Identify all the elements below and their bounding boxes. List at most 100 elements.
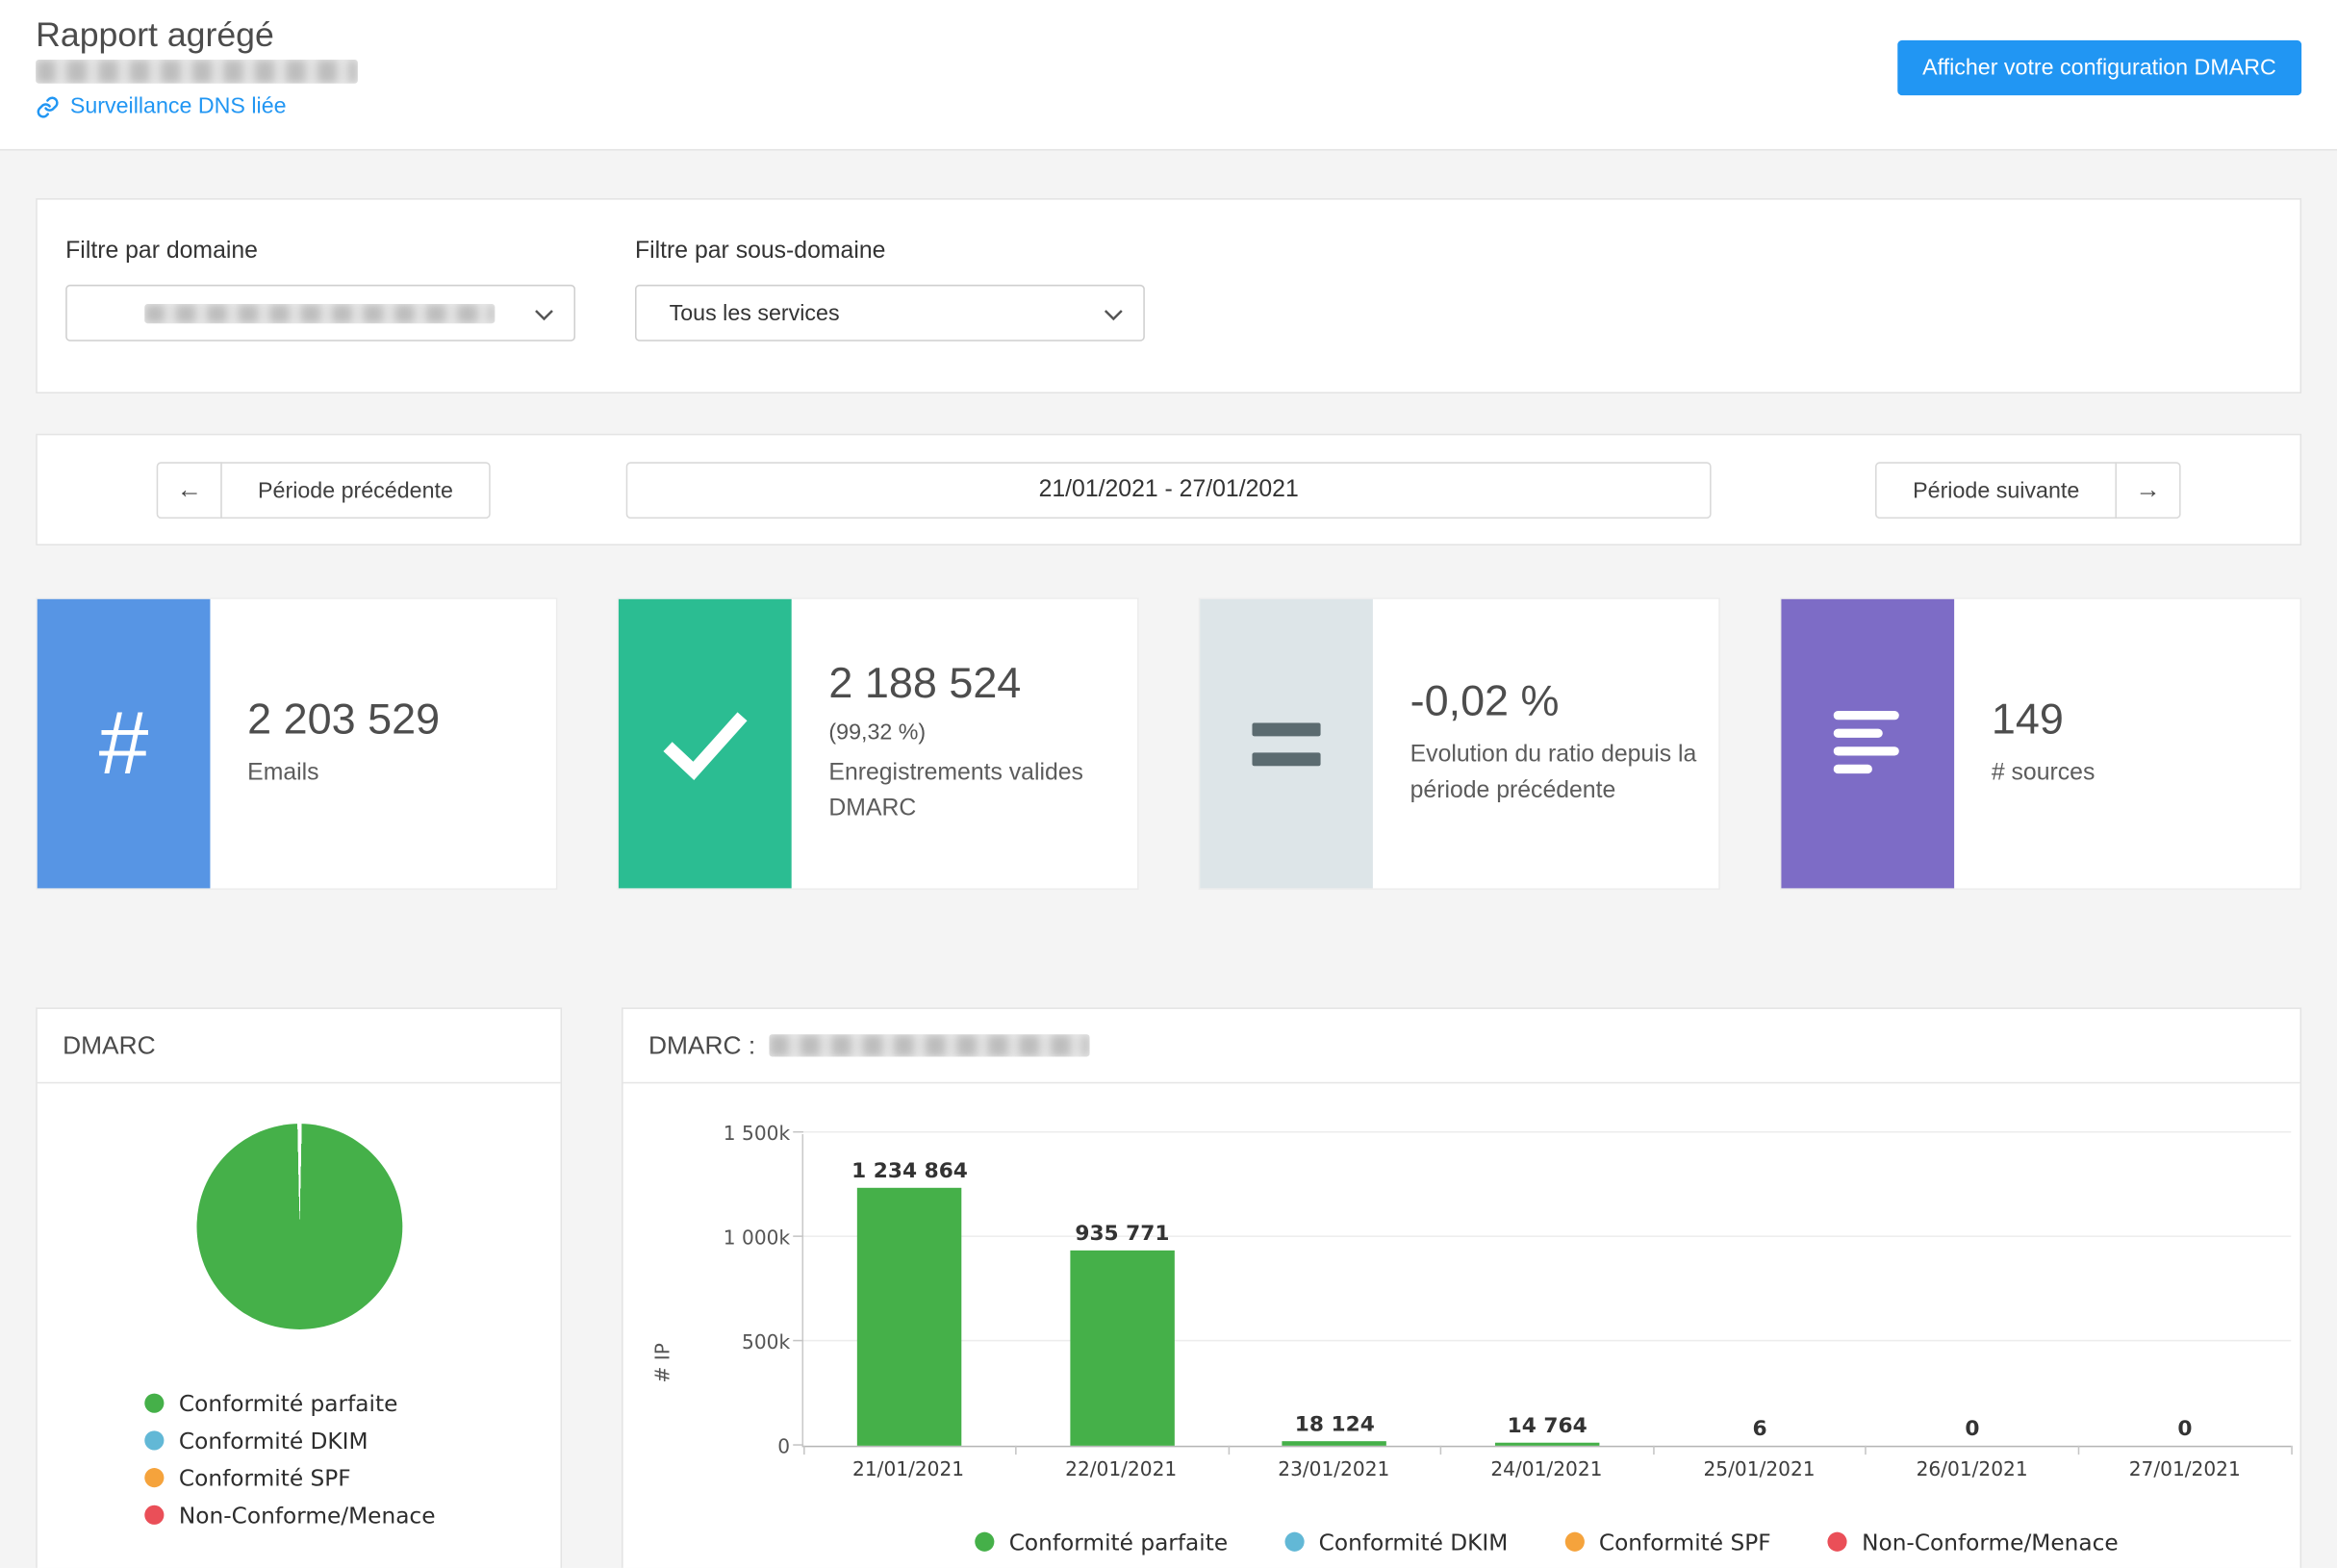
previous-period-arrow-button[interactable]: ← xyxy=(157,462,222,518)
bar-slot: 1 234 864 xyxy=(803,1134,1016,1446)
x-tick-mark xyxy=(2290,1446,2292,1454)
y-tick-mark xyxy=(793,1340,803,1342)
redacted-domain-option xyxy=(144,303,495,322)
bar-card-header: DMARC : xyxy=(623,1009,2300,1083)
legend-label: Conformité SPF xyxy=(179,1464,351,1491)
x-axis-label: 22/01/2021 xyxy=(1015,1459,1228,1481)
x-axis: 21/01/202122/01/202123/01/202124/01/2021… xyxy=(802,1459,2292,1481)
legend-label: Conformité DKIM xyxy=(1319,1529,1509,1555)
previous-period-group: ← Période précédente xyxy=(157,462,491,518)
legend-item[interactable]: Conformité DKIM xyxy=(1284,1523,1508,1560)
legend-item[interactable]: Conformité parfaite xyxy=(144,1384,560,1422)
legend-label: Conformité SPF xyxy=(1599,1529,1771,1555)
bar[interactable] xyxy=(1495,1443,1599,1446)
page-header: Rapport agrégé Surveillance DNS liée Aff… xyxy=(0,0,2337,150)
filters-panel: Filtre par domaine Filtre par sous-domai… xyxy=(36,198,2301,393)
domain-filter-label: Filtre par domaine xyxy=(65,239,258,266)
bar[interactable] xyxy=(1283,1441,1386,1446)
blur-smudge xyxy=(769,1034,1089,1056)
next-period-group: Période suivante → xyxy=(1875,462,2180,518)
stat-card-valid-dmarc: 2 188 524 (99,32 %) Enregistrements vali… xyxy=(617,597,1138,890)
legend-item[interactable]: Conformité parfaite xyxy=(975,1523,1228,1560)
page-title: Rapport agrégé xyxy=(36,14,274,55)
y-axis-tick-label: 1 500k xyxy=(724,1124,790,1146)
bar-card-title: DMARC : xyxy=(648,1030,755,1060)
bar-slot: 0 xyxy=(2078,1134,2291,1446)
bar-value-label: 0 xyxy=(2177,1417,2192,1441)
bar-value-label: 0 xyxy=(1965,1417,1979,1441)
legend-label: Non-Conforme/Menace xyxy=(1862,1529,2119,1555)
legend-item[interactable]: Conformité SPF xyxy=(144,1459,560,1497)
y-axis: 0500k1 000k1 500k xyxy=(683,1134,791,1447)
y-axis-tick-label: 0 xyxy=(777,1437,790,1459)
next-period-arrow-button[interactable]: → xyxy=(2115,462,2180,518)
dmarc-pie-chart[interactable] xyxy=(196,1124,402,1329)
legend-dot xyxy=(1827,1532,1846,1552)
stat-card-emails: # 2 203 529 Emails xyxy=(36,597,557,890)
sources-label: # sources xyxy=(1992,755,2288,791)
legend-item[interactable]: Conformité SPF xyxy=(1564,1523,1770,1560)
list-icon xyxy=(1781,599,1954,889)
sources-count: 149 xyxy=(1992,696,2288,746)
link-icon xyxy=(36,94,60,118)
legend-label: Non-Conforme/Menace xyxy=(179,1502,436,1529)
pie-card-header: DMARC xyxy=(38,1009,561,1083)
emails-count: 2 203 529 xyxy=(247,696,544,746)
x-tick-mark xyxy=(2078,1446,2080,1454)
legend-dot xyxy=(144,1394,164,1413)
redacted-domain-title xyxy=(769,1034,1089,1056)
legend-item[interactable]: Non-Conforme/Menace xyxy=(1827,1523,2118,1560)
x-axis-label: 27/01/2021 xyxy=(2078,1459,2291,1481)
blur-smudge xyxy=(36,60,358,84)
x-tick-mark xyxy=(802,1446,804,1454)
y-axis-tick-label: 500k xyxy=(742,1332,790,1354)
date-range-display[interactable]: 21/01/2021 - 27/01/2021 xyxy=(626,462,1712,518)
legend-item[interactable]: Conformité DKIM xyxy=(144,1422,560,1459)
bar-slot: 6 xyxy=(1654,1134,1867,1446)
bar[interactable] xyxy=(857,1188,961,1446)
legend-item[interactable]: Non-Conforme/Menace xyxy=(144,1496,560,1533)
pie-legend: Conformité parfaite Conformité DKIM Confor… xyxy=(144,1384,560,1533)
bar-slot: 14 764 xyxy=(1441,1134,1654,1446)
dns-monitoring-link[interactable]: Surveillance DNS liée xyxy=(36,94,286,119)
ratio-evolution-label: Evolution du ratio depuis la période pré… xyxy=(1410,738,1707,809)
valid-dmarc-percent: (99,32 %) xyxy=(828,720,1125,745)
bar-slot: 935 771 xyxy=(1016,1134,1229,1446)
ratio-evolution-value: -0,02 % xyxy=(1410,678,1707,727)
legend-dot xyxy=(144,1505,164,1525)
dmarc-pie-card: DMARC Conformité parfaite Conformité DKIM… xyxy=(36,1007,562,1568)
next-period-button[interactable]: Période suivante xyxy=(1875,462,2117,518)
bar-value-label: 18 124 xyxy=(1295,1413,1375,1437)
plot-area: 1 234 864935 771 18 124 14 7646 0 0 xyxy=(802,1134,2292,1447)
subdomain-filter-select[interactable]: Tous les services xyxy=(635,285,1145,341)
x-tick-mark xyxy=(1015,1446,1017,1454)
legend-dot xyxy=(144,1430,164,1450)
dmarc-bar-card: DMARC : # IP 0 500k 1 000k 1 500k 1 234 864… xyxy=(622,1007,2301,1568)
x-axis-label: 26/01/2021 xyxy=(1866,1459,2078,1481)
x-tick-mark xyxy=(1866,1446,1867,1454)
subdomain-filter-label: Filtre par sous-domaine xyxy=(635,239,885,266)
dmarc-aggregate-report-page: Rapport agrégé Surveillance DNS liée Aff… xyxy=(0,0,2337,1568)
y-axis-tick-label: 1 000k xyxy=(724,1228,790,1251)
domain-filter-select[interactable] xyxy=(65,285,575,341)
x-axis-label: 23/01/2021 xyxy=(1228,1459,1440,1481)
bar[interactable] xyxy=(1070,1251,1174,1446)
legend-dot xyxy=(975,1532,994,1552)
legend-label: Conformité parfaite xyxy=(1009,1529,1228,1555)
gridline xyxy=(803,1131,2291,1133)
bar-slot: 0 xyxy=(1867,1134,2079,1446)
check-icon xyxy=(619,599,792,889)
show-dmarc-config-button[interactable]: Afficher votre configuration DMARC xyxy=(1897,40,2301,95)
y-axis-title: # IP xyxy=(652,1343,674,1382)
pie-card-title: DMARC xyxy=(63,1030,156,1060)
previous-period-button[interactable]: Période précédente xyxy=(220,462,490,518)
x-axis-label: 24/01/2021 xyxy=(1440,1459,1653,1481)
equals-icon xyxy=(1200,599,1373,889)
x-tick-mark xyxy=(1653,1446,1655,1454)
legend-dot xyxy=(144,1468,164,1487)
hash-icon: # xyxy=(38,599,211,889)
legend-label: Conformité parfaite xyxy=(179,1390,397,1417)
stat-card-sources: 149 # sources xyxy=(1780,597,2301,890)
x-tick-mark xyxy=(1228,1446,1230,1454)
stats-row: # 2 203 529 Emails 2 188 524 (99,32 %) E… xyxy=(36,597,2301,890)
